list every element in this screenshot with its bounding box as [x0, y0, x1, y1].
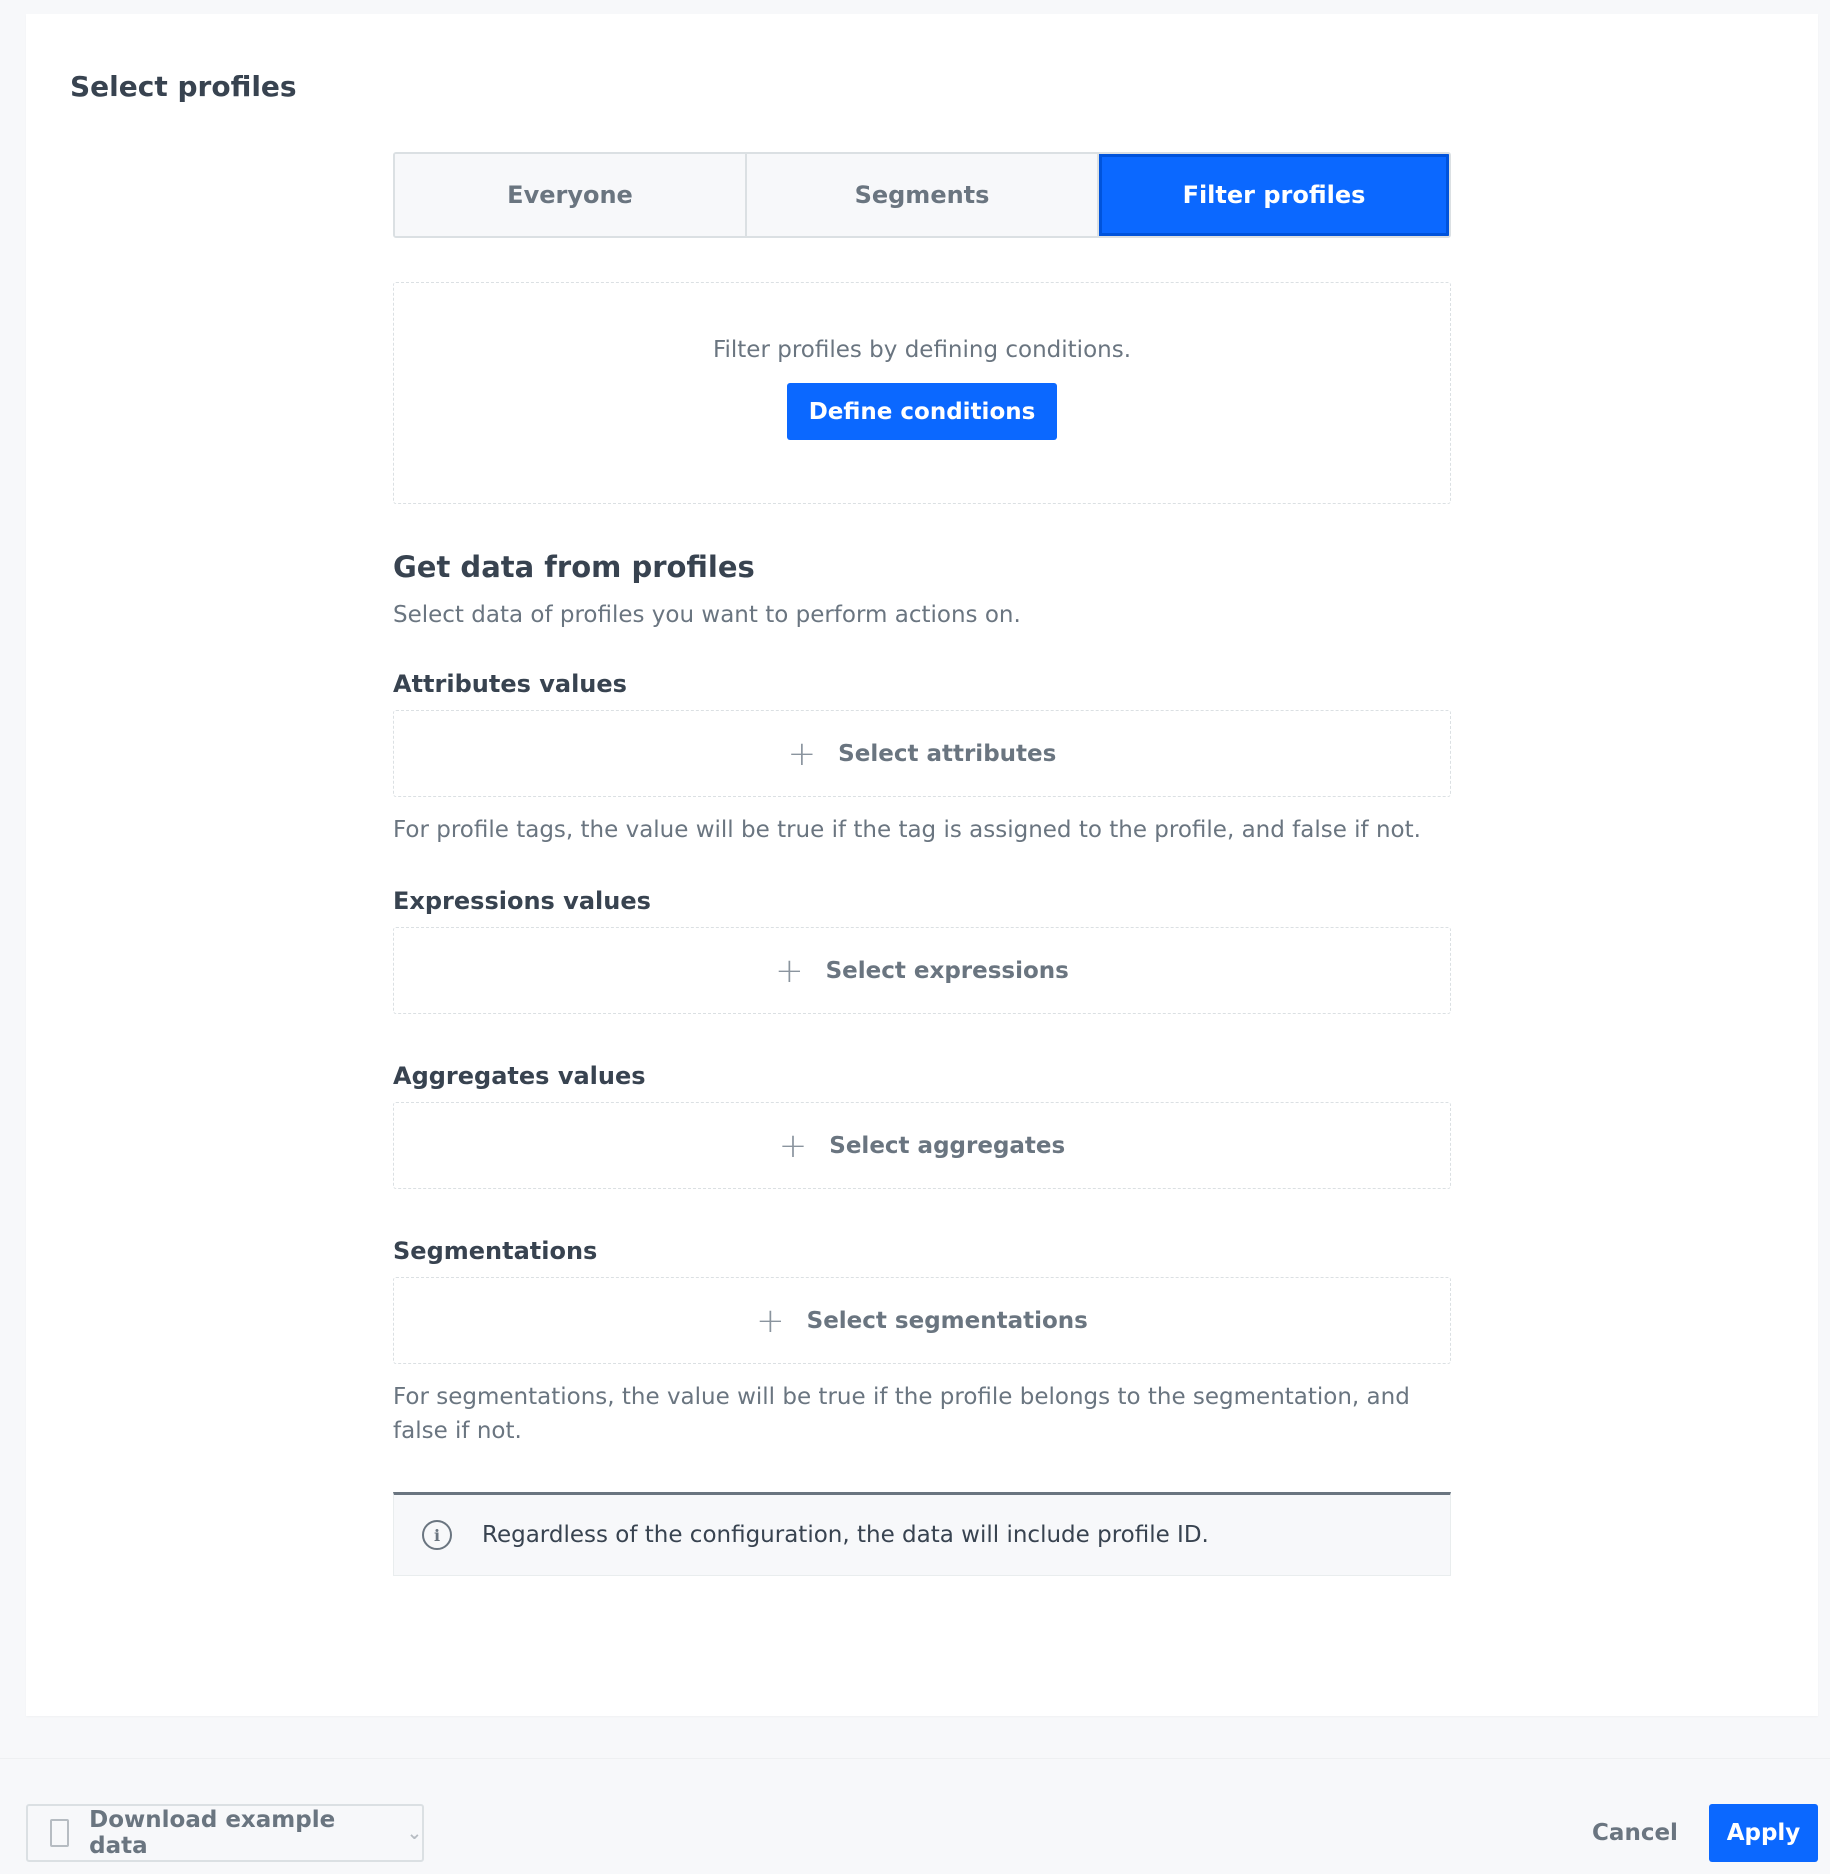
plus-icon: +: [756, 1300, 785, 1341]
tab-filter-profiles[interactable]: Filter profiles: [1099, 154, 1449, 236]
segmentations-hint: For segmentations, the value will be tru…: [393, 1384, 1410, 1444]
define-conditions-button[interactable]: Define conditions: [786, 383, 1058, 440]
expressions-values-label: Expressions values: [393, 887, 651, 915]
apply-button[interactable]: Apply: [1709, 1804, 1818, 1862]
select-segmentations-label: Select segmentations: [806, 1307, 1088, 1334]
plus-icon: +: [778, 1125, 808, 1166]
plus-icon: +: [787, 733, 817, 774]
download-example-data-button[interactable]: Download example data ⌄: [26, 1804, 424, 1862]
filter-conditions-box: Filter profiles by defining conditions. …: [393, 282, 1451, 504]
select-attributes-button[interactable]: + Select attributes: [393, 710, 1451, 797]
panel-content: Everyone Segments Filter profiles Filter…: [393, 152, 1451, 1576]
attributes-values-label: Attributes values: [393, 670, 627, 698]
filter-description: Filter profiles by defining conditions.: [712, 337, 1132, 363]
file-icon: [50, 1819, 70, 1847]
select-attributes-label: Select attributes: [838, 740, 1057, 767]
tab-segments[interactable]: Segments: [747, 154, 1099, 236]
select-expressions-label: Select expressions: [825, 957, 1069, 984]
plus-icon: +: [775, 950, 804, 991]
info-text: Regardless of the configuration, the dat…: [482, 1522, 1209, 1548]
select-expressions-button[interactable]: + Select expressions: [393, 927, 1451, 1014]
footer-divider: [0, 1758, 1830, 1759]
download-label: Download example data: [89, 1807, 336, 1859]
select-profiles-panel: Select profiles Everyone Segments Filter…: [26, 14, 1818, 1716]
chevron-down-icon: ⌄: [406, 1822, 422, 1844]
info-icon: i: [422, 1520, 452, 1550]
panel-title: Select profiles: [70, 70, 297, 103]
segmentations-label: Segmentations: [393, 1237, 598, 1265]
profile-id-info: i Regardless of the configuration, the d…: [393, 1492, 1451, 1576]
select-aggregates-label: Select aggregates: [829, 1132, 1066, 1159]
get-data-description: Select data of profiles you want to perf…: [393, 602, 1021, 628]
profile-scope-tabs: Everyone Segments Filter profiles: [393, 152, 1451, 238]
select-aggregates-button[interactable]: + Select aggregates: [393, 1102, 1451, 1189]
cancel-button[interactable]: Cancel: [1580, 1804, 1690, 1862]
tab-everyone[interactable]: Everyone: [395, 154, 747, 236]
aggregates-values-label: Aggregates values: [393, 1062, 646, 1090]
select-segmentations-button[interactable]: + Select segmentations: [393, 1277, 1451, 1364]
attributes-hint: For profile tags, the value will be true…: [393, 817, 1421, 843]
get-data-heading: Get data from profiles: [393, 550, 755, 584]
